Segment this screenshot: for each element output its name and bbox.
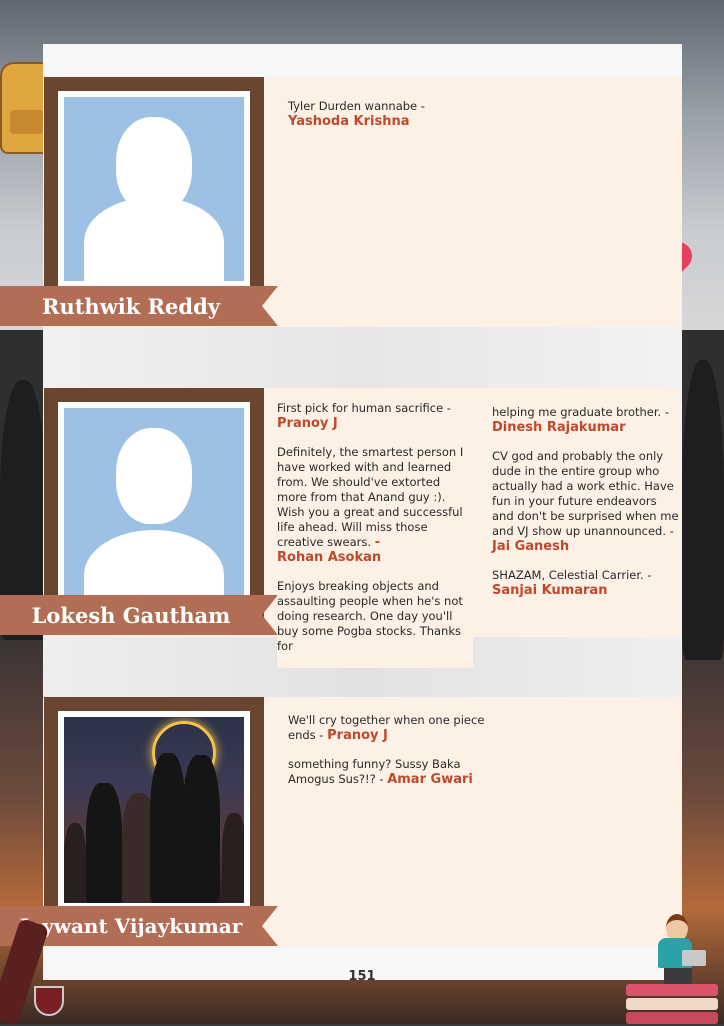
avatar-placeholder [64, 408, 244, 614]
note-text: CV god and probably the only dude in the… [492, 449, 679, 538]
note-author: Dinesh Rajakumar [492, 420, 626, 435]
note-author: Amar Gwari [387, 772, 473, 787]
page-number: 151 [348, 969, 376, 984]
name-banner: Lokesh Gautham [0, 595, 278, 635]
note-text: Enjoys breaking objects and assaulting p… [277, 579, 463, 653]
note-author: Pranoy J [277, 416, 338, 431]
student-laptop-icon [652, 914, 706, 984]
profile-frame [44, 77, 264, 295]
student-name: Lokesh Gautham [31, 602, 231, 628]
name-banner: Ruthwik Reddy [0, 286, 278, 326]
notes-column-2: helping me graduate brother. - Dinesh Ra… [492, 405, 680, 612]
group-photo [64, 717, 244, 903]
note-text: First pick for human sacrifice - [277, 401, 451, 415]
profile-frame [44, 697, 264, 922]
notes-block: Tyler Durden wannabe - Yashoda Krishna [288, 99, 488, 143]
crowd-silhouette [682, 360, 724, 660]
note-text: Tyler Durden wannabe - [288, 99, 425, 113]
wine-glass-icon [34, 986, 64, 1016]
notes-column-1: First pick for human sacrifice - Pranoy … [277, 401, 473, 668]
books-stack-icon [626, 984, 718, 1024]
student-name: Jaywant Vijaykumar [19, 914, 243, 938]
note-author: Sanjai Kumaran [492, 583, 608, 598]
note-text: helping me graduate brother. - [492, 405, 669, 419]
student-name: Ruthwik Reddy [42, 293, 220, 319]
note-author: Jai Ganesh [492, 539, 570, 554]
note-author: Yashoda Krishna [288, 114, 410, 129]
avatar-placeholder [64, 97, 244, 281]
note-author: Rohan Asokan [277, 550, 382, 565]
note-text: Definitely, the smartest person I have w… [277, 445, 464, 549]
notes-block: We'll cry together when one piece ends -… [288, 713, 488, 801]
note-text: SHAZAM, Celestial Carrier. - [492, 568, 652, 582]
profile-frame [44, 388, 264, 628]
note-author: Pranoy J [327, 728, 388, 743]
